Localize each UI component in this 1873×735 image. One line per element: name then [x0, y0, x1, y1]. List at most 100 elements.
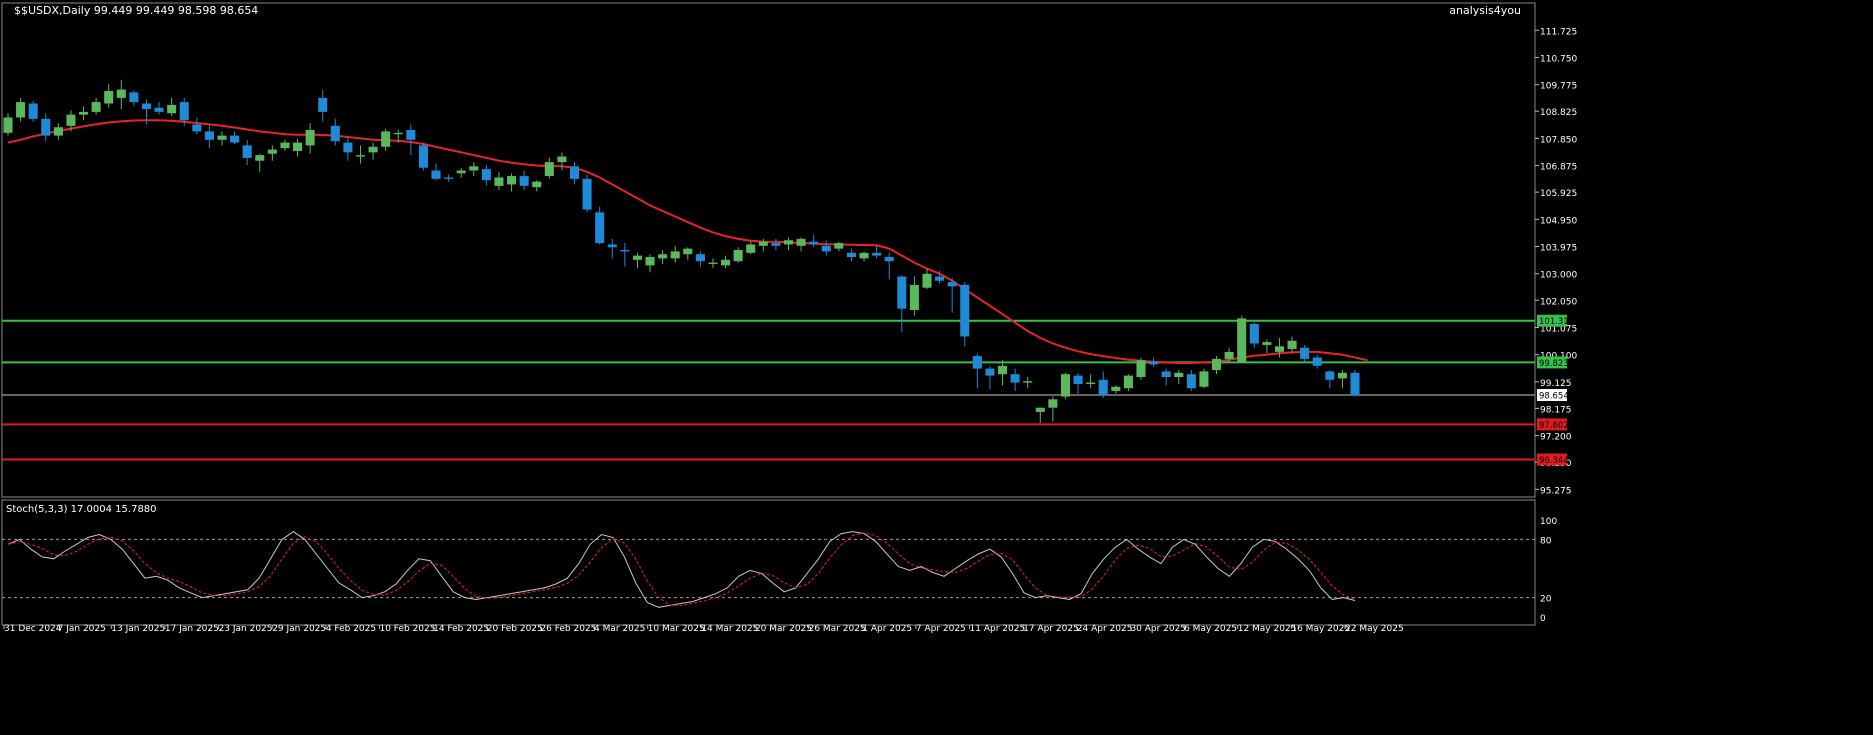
- candle[interactable]: [217, 131, 227, 146]
- candle[interactable]: [53, 123, 63, 140]
- candle[interactable]: [1186, 370, 1196, 391]
- candle[interactable]: [456, 167, 466, 178]
- candle[interactable]: [721, 255, 731, 269]
- candle[interactable]: [1199, 368, 1209, 389]
- candle[interactable]: [1237, 315, 1247, 364]
- candle[interactable]: [922, 268, 932, 290]
- candle[interactable]: [116, 79, 126, 110]
- candle[interactable]: [507, 173, 517, 192]
- candle[interactable]: [1149, 357, 1159, 368]
- candle[interactable]: [519, 170, 529, 191]
- candle[interactable]: [1287, 336, 1297, 354]
- candle[interactable]: [809, 234, 819, 248]
- candle[interactable]: [771, 238, 781, 251]
- candle[interactable]: [431, 163, 441, 181]
- candle[interactable]: [1035, 407, 1045, 424]
- candle[interactable]: [582, 174, 592, 213]
- candle[interactable]: [1174, 370, 1184, 384]
- candle[interactable]: [670, 245, 680, 263]
- candle[interactable]: [192, 117, 202, 135]
- candle[interactable]: [3, 113, 13, 136]
- candle[interactable]: [1048, 396, 1058, 422]
- candle[interactable]: [859, 251, 869, 262]
- chart-canvas[interactable]: 111.725 110.750 109.775 108.825 107.850 106.8…: [0, 0, 1873, 731]
- candle[interactable]: [1111, 385, 1121, 394]
- candle[interactable]: [28, 100, 38, 122]
- candle[interactable]: [733, 247, 743, 263]
- candle[interactable]: [1060, 372, 1070, 400]
- candle[interactable]: [783, 237, 794, 251]
- candle[interactable]: [796, 237, 806, 252]
- candle[interactable]: [1023, 377, 1033, 389]
- candle[interactable]: [318, 89, 328, 122]
- candle[interactable]: [1325, 370, 1335, 389]
- candle[interactable]: [645, 254, 655, 273]
- candle[interactable]: [821, 240, 831, 256]
- candle[interactable]: [1337, 370, 1347, 389]
- candle[interactable]: [909, 276, 919, 316]
- candle[interactable]: [532, 180, 542, 192]
- candle[interactable]: [1300, 344, 1310, 362]
- candle[interactable]: [104, 83, 114, 108]
- candle[interactable]: [242, 139, 252, 165]
- candle[interactable]: [834, 241, 844, 252]
- candle[interactable]: [16, 97, 26, 122]
- candle[interactable]: [557, 152, 567, 171]
- candle[interactable]: [884, 252, 894, 280]
- candle[interactable]: [1136, 357, 1146, 380]
- candle[interactable]: [469, 162, 479, 177]
- candle[interactable]: [985, 365, 995, 390]
- candle[interactable]: [595, 206, 605, 245]
- candle[interactable]: [972, 353, 982, 389]
- candle[interactable]: [1161, 368, 1171, 386]
- candle[interactable]: [267, 145, 277, 161]
- candle[interactable]: [1350, 370, 1360, 397]
- candle[interactable]: [1262, 339, 1272, 354]
- candle[interactable]: [997, 360, 1008, 386]
- candle[interactable]: [481, 164, 491, 186]
- candle[interactable]: [280, 139, 290, 151]
- candle[interactable]: [418, 142, 428, 171]
- candle[interactable]: [607, 238, 617, 259]
- candle[interactable]: [255, 153, 265, 172]
- candle[interactable]: [846, 248, 856, 262]
- candle[interactable]: [1211, 356, 1222, 375]
- candle[interactable]: [444, 174, 454, 182]
- candle[interactable]: [41, 113, 51, 142]
- candle[interactable]: [230, 131, 240, 144]
- candle[interactable]: [746, 241, 756, 255]
- candle[interactable]: [897, 275, 907, 333]
- candle[interactable]: [368, 142, 378, 160]
- candle[interactable]: [683, 247, 693, 260]
- candle[interactable]: [632, 252, 642, 269]
- candle[interactable]: [620, 243, 630, 267]
- candle[interactable]: [167, 97, 177, 117]
- candle[interactable]: [569, 162, 580, 185]
- candle[interactable]: [1312, 354, 1322, 369]
- candle[interactable]: [355, 145, 366, 164]
- candle[interactable]: [293, 138, 303, 157]
- candle[interactable]: [330, 118, 340, 146]
- candle[interactable]: [79, 106, 89, 121]
- candle[interactable]: [204, 124, 214, 149]
- candle[interactable]: [708, 258, 718, 269]
- candle[interactable]: [544, 157, 554, 179]
- candle[interactable]: [872, 245, 882, 259]
- candle[interactable]: [343, 137, 353, 161]
- candle[interactable]: [960, 282, 970, 347]
- candle[interactable]: [305, 123, 315, 154]
- candle[interactable]: [406, 124, 416, 156]
- candle[interactable]: [129, 90, 139, 107]
- candle[interactable]: [1098, 371, 1108, 398]
- chart-window[interactable]: 111.725 110.750 109.775 108.825 107.850 106.8…: [0, 0, 1873, 731]
- candle[interactable]: [91, 97, 101, 115]
- candle[interactable]: [381, 128, 391, 151]
- candle[interactable]: [494, 171, 504, 191]
- candle[interactable]: [1010, 368, 1020, 391]
- candle[interactable]: [1249, 322, 1259, 348]
- candle[interactable]: [154, 102, 164, 115]
- candle[interactable]: [1086, 374, 1096, 389]
- candle[interactable]: [658, 250, 668, 264]
- candle[interactable]: [1073, 372, 1083, 394]
- candle[interactable]: [1123, 374, 1133, 391]
